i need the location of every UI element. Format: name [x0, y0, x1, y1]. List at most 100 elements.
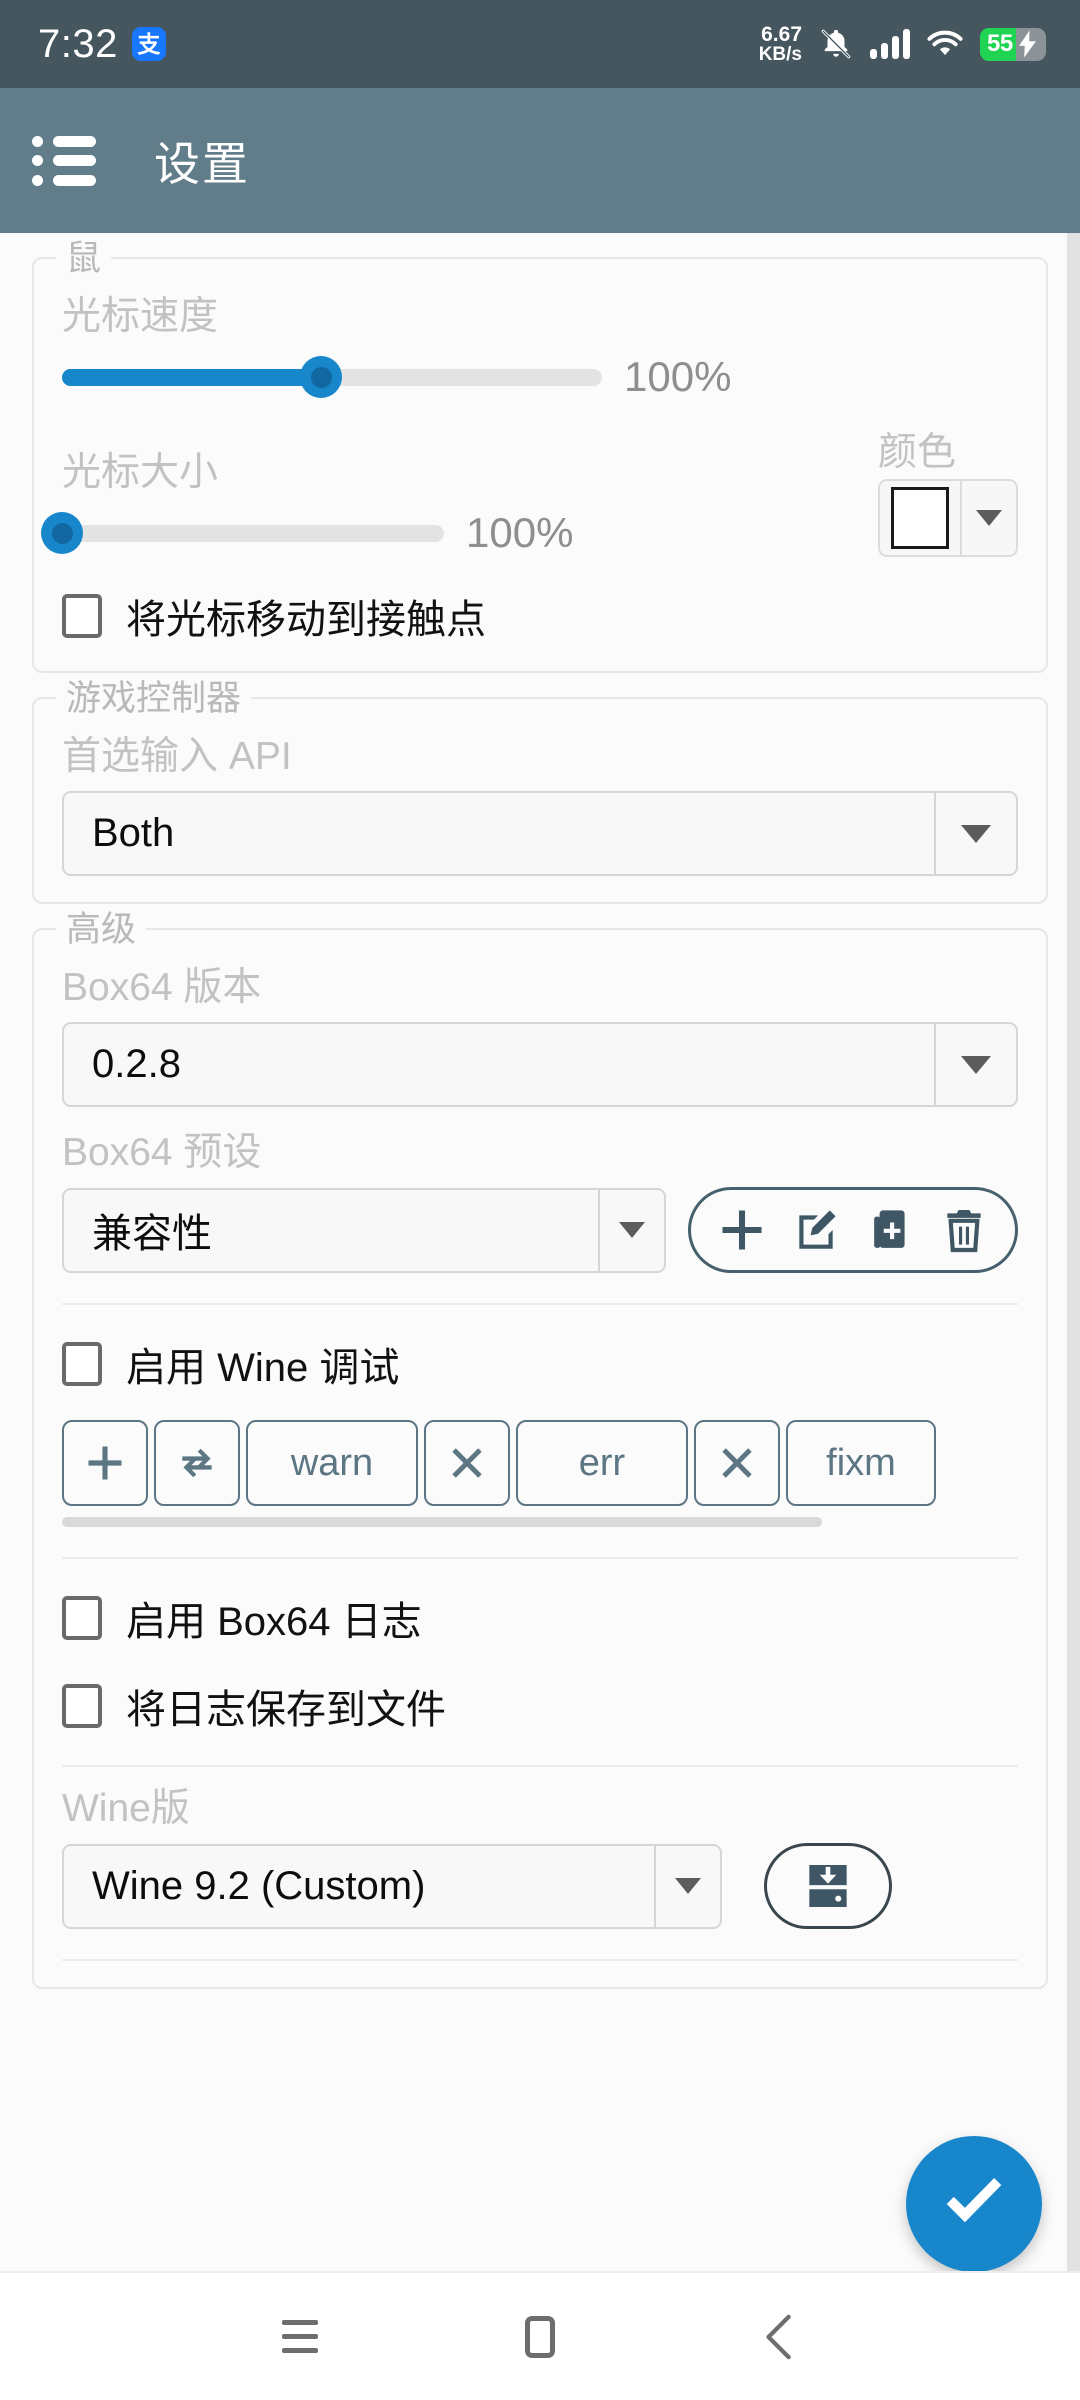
divider	[62, 1303, 1018, 1305]
add-preset-button[interactable]	[713, 1201, 771, 1259]
chevron-down-icon	[961, 824, 991, 843]
box64-log-label: 启用 Box64 日志	[126, 1600, 422, 1644]
save-log-row[interactable]: 将日志保存到文件	[62, 1677, 1018, 1735]
group-advanced-title: 高级	[56, 908, 147, 952]
cursor-color-swatch	[891, 487, 949, 549]
install-wine-button[interactable]	[764, 1843, 892, 1929]
network-speed-indicator: 6.67 KB/s	[758, 22, 802, 66]
alipay-notification-icon[interactable]: 支	[131, 27, 166, 61]
vertical-scrollbar[interactable]	[1067, 233, 1080, 2271]
debug-chip-warn-remove[interactable]	[424, 1420, 510, 1506]
confirm-fab[interactable]	[906, 2136, 1042, 2271]
horizontal-scrollbar[interactable]	[62, 1517, 822, 1527]
group-gamepad: 游戏控制器 首选输入 API Both	[32, 677, 1048, 904]
debug-add-chip[interactable]	[62, 1420, 148, 1506]
cursor-size-label: 光标大小	[62, 451, 219, 494]
debug-refresh-chip[interactable]	[154, 1420, 240, 1506]
chevron-down-icon	[976, 510, 1002, 526]
cursor-size-thumb[interactable]	[41, 512, 83, 554]
charging-bolt-icon	[1019, 30, 1036, 58]
app-bar: 设置	[0, 88, 1080, 233]
debug-chip-err-remove[interactable]	[694, 1420, 780, 1506]
box64-preset-arrow[interactable]	[598, 1189, 664, 1271]
box64-preset-row: 兼容性	[62, 1187, 1018, 1273]
network-speed-value: 6.67	[761, 22, 802, 46]
cursor-size-slider[interactable]	[41, 512, 444, 554]
wine-version-row: Wine 9.2 (Custom)	[62, 1843, 1018, 1929]
wine-debug-channels[interactable]: warn err fixm	[62, 1415, 1018, 1527]
wifi-icon	[927, 30, 963, 58]
box64-version-value: 0.2.8	[92, 1042, 181, 1086]
group-mouse-title: 鼠	[56, 237, 112, 281]
box64-version-dropdown[interactable]: 0.2.8	[62, 1022, 1018, 1107]
save-log-checkbox[interactable]	[62, 1684, 102, 1728]
cursor-speed-thumb[interactable]	[300, 356, 343, 398]
cursor-speed-label: 光标速度	[62, 295, 219, 338]
box64-preset-label: Box64 预设	[62, 1131, 262, 1174]
divider	[62, 1959, 1018, 1961]
move-cursor-to-touch-row[interactable]: 将光标移动到接触点	[62, 587, 1018, 645]
box64-version-arrow[interactable]	[934, 1024, 1016, 1105]
box64-log-checkbox[interactable]	[62, 1596, 102, 1640]
debug-chip-err[interactable]: err	[516, 1420, 688, 1506]
cursor-size-value: 100%	[466, 509, 574, 556]
wine-debug-row[interactable]: 启用 Wine 调试	[62, 1335, 1018, 1393]
preferred-input-api-dropdown[interactable]: Both	[62, 791, 1018, 876]
divider	[62, 1765, 1018, 1767]
group-mouse: 鼠 光标速度 100% 光标大小 100% 颜色 将光标移动到接触点	[32, 237, 1048, 673]
debug-chip-warn[interactable]: warn	[246, 1420, 418, 1506]
wine-version-value: Wine 9.2 (Custom)	[92, 1863, 426, 1908]
cursor-color-label: 颜色	[878, 431, 957, 474]
page-title: 设置	[154, 137, 250, 190]
move-cursor-to-touch-checkbox[interactable]	[62, 594, 102, 638]
list-menu-icon[interactable]	[32, 135, 96, 186]
divider	[62, 1557, 1018, 1559]
settings-scroll-area[interactable]: 鼠 光标速度 100% 光标大小 100% 颜色 将光标移动到接触点 游戏控制器…	[0, 233, 1080, 2271]
network-speed-unit: KB/s	[758, 44, 802, 66]
chevron-down-icon	[961, 1055, 991, 1074]
bell-muted-icon	[819, 27, 853, 61]
android-nav-bar	[0, 2271, 1080, 2400]
debug-chip-fixme[interactable]: fixm	[786, 1420, 936, 1506]
box64-preset-dropdown[interactable]: 兼容性	[62, 1187, 666, 1273]
check-icon	[946, 2178, 1002, 2223]
cursor-color-swatch-cell[interactable]	[880, 481, 960, 555]
status-bar-right: 6.67 KB/s 55	[758, 22, 1046, 66]
wine-version-label: Wine版	[62, 1787, 190, 1830]
save-download-icon	[809, 1865, 847, 1907]
cursor-color-picker[interactable]	[878, 479, 1018, 557]
preferred-input-api-arrow[interactable]	[934, 793, 1016, 874]
cursor-color-control: 颜色	[878, 427, 1018, 557]
battery-indicator: 55	[980, 27, 1046, 61]
save-log-label: 将日志保存到文件	[126, 1688, 446, 1732]
wine-version-dropdown[interactable]: Wine 9.2 (Custom)	[62, 1843, 722, 1929]
group-advanced: 高级 Box64 版本 0.2.8 Box64 预设 兼容性 启用 Wine 调…	[32, 908, 1048, 1989]
wine-debug-checkbox[interactable]	[62, 1342, 102, 1386]
cursor-size-slider-row: 100%	[41, 509, 878, 557]
delete-preset-button[interactable]	[935, 1201, 993, 1259]
wine-version-arrow[interactable]	[654, 1845, 720, 1927]
status-time: 7:32	[38, 21, 118, 66]
chevron-down-icon	[619, 1222, 645, 1238]
signal-bars-icon	[870, 29, 910, 59]
box64-preset-actions	[688, 1187, 1018, 1273]
recents-icon[interactable]	[265, 2302, 335, 2372]
edit-preset-button[interactable]	[787, 1201, 845, 1259]
box64-preset-value: 兼容性	[92, 1212, 212, 1256]
move-cursor-to-touch-label: 将光标移动到接触点	[126, 598, 486, 642]
wine-debug-chip-row[interactable]: warn err fixm	[62, 1415, 1018, 1511]
home-icon[interactable]	[505, 2302, 575, 2372]
box64-log-row[interactable]: 启用 Box64 日志	[62, 1589, 1018, 1647]
duplicate-preset-button[interactable]	[861, 1201, 919, 1259]
cursor-speed-slider-row: 100%	[62, 353, 1018, 401]
cursor-color-dropdown-arrow[interactable]	[960, 481, 1016, 555]
wine-debug-label: 启用 Wine 调试	[126, 1346, 400, 1390]
status-bar-left: 7:32 支	[38, 22, 166, 67]
back-icon[interactable]	[745, 2302, 815, 2372]
box64-version-label: Box64 版本	[62, 966, 262, 1009]
cursor-speed-slider[interactable]	[62, 356, 602, 398]
cursor-speed-value: 100%	[624, 353, 732, 400]
preferred-input-api-label: 首选输入 API	[62, 735, 292, 778]
chevron-down-icon	[675, 1878, 701, 1894]
status-bar: 7:32 支 6.67 KB/s 55	[0, 0, 1080, 88]
